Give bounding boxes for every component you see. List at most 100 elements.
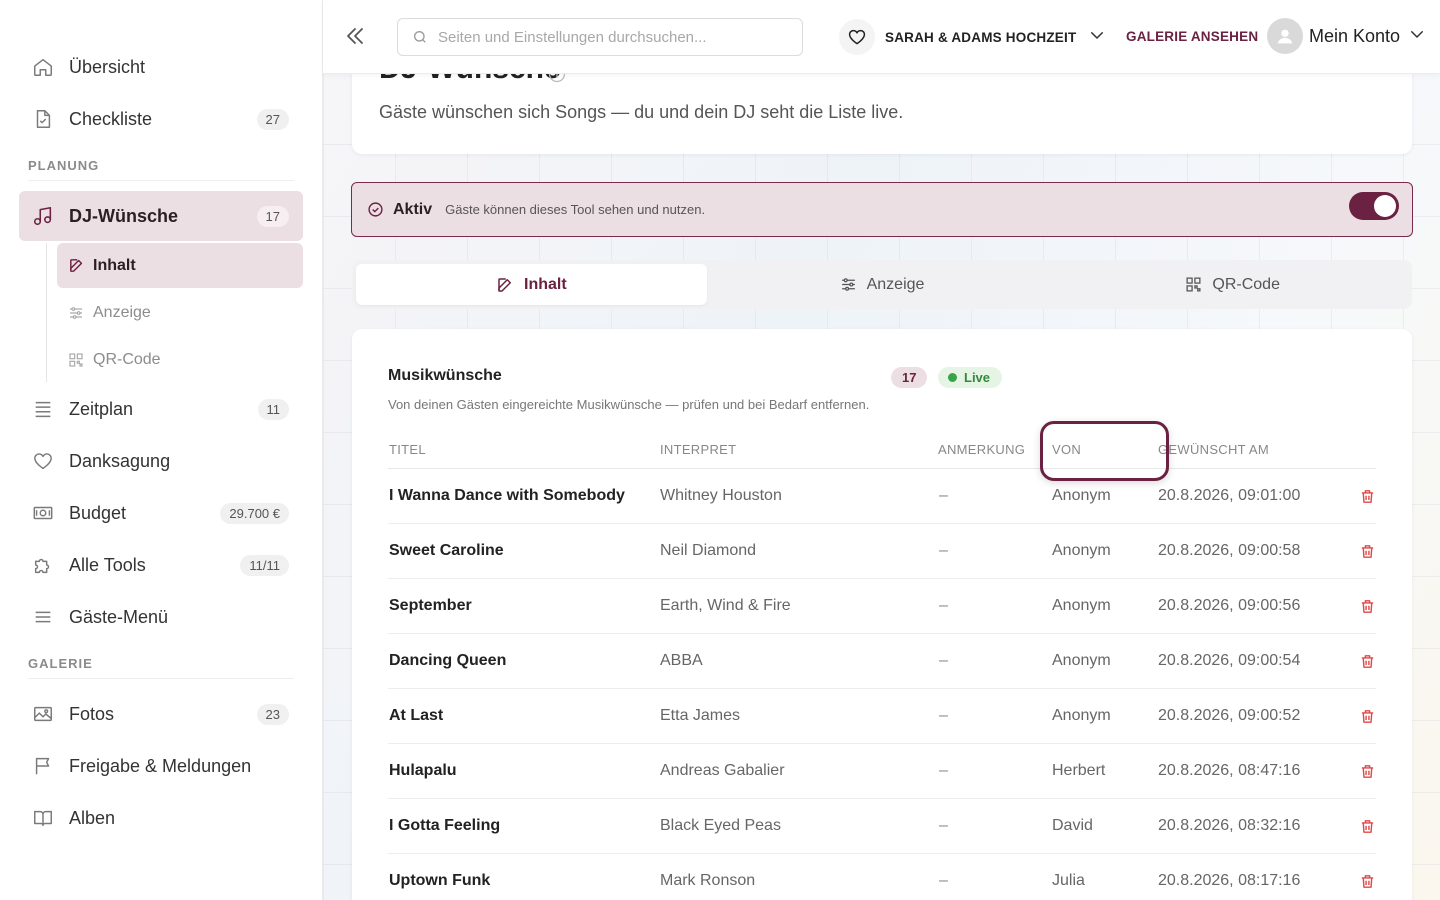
live-dot-icon [948,373,957,382]
cell-interpret: Black Eyed Peas [660,817,781,834]
cell-actions [1348,818,1376,835]
trash-icon[interactable] [1359,598,1376,615]
sidebar-item-budget[interactable]: Budget 29.700 € [19,488,303,538]
heart-icon [31,449,55,473]
menu-icon [31,605,55,629]
table-row: Hulapalu Andreas Gabalier – Herbert 20.8.202… [388,744,1376,799]
column-header-interpret[interactable]: INTERPRET [660,442,938,457]
event-switcher[interactable]: SARAH & ADAMS HOCHZEIT [839,18,1106,56]
cell-anmerkung: – [939,652,948,669]
tab-inhalt[interactable]: Inhalt [356,264,707,305]
toggle-knob [1374,195,1396,217]
book-icon [31,806,55,830]
sliders-icon [840,276,857,293]
section-title-planung: PLANUNG [28,158,294,181]
sidebar-item-fotos[interactable]: Fotos 23 [19,689,303,739]
cell-gewuenscht-am: 20.8.2026, 08:47:16 [1158,762,1301,779]
trash-icon[interactable] [1359,818,1376,835]
live-label: Live [964,370,991,385]
sidebar-item-label: Danksagung [69,450,171,471]
sidebar-item-freigabe[interactable]: Freigabe & Meldungen [19,741,303,791]
cell-von: Anonym [1052,707,1111,724]
active-toggle[interactable] [1349,192,1399,220]
check-circle-icon [367,201,384,218]
tab-label: Inhalt [524,275,567,293]
heart-icon [839,19,875,55]
chevron-down-icon [1408,25,1426,48]
column-header-anmerkung[interactable]: ANMERKUNG [938,442,1052,457]
cell-title: Sweet Caroline [389,542,504,559]
collapse-sidebar-icon[interactable] [343,24,371,52]
column-header-von[interactable]: VON [1052,442,1158,457]
qr-code-icon [67,351,85,369]
search-input[interactable] [438,28,778,46]
column-header-gewuenscht-am[interactable]: GEWÜNSCHT AM [1158,442,1348,457]
requests-table: TITEL INTERPRET ANMERKUNG VON GEWÜNSCHT … [388,431,1376,900]
checklist-file-icon [31,107,55,131]
sidebar-item-alle-tools[interactable]: Alle Tools 11/11 [19,540,303,590]
sidebar-item-label: DJ-Wünsche [69,205,179,226]
section-title-galerie: GALERIE [28,656,294,679]
sidebar-item-label: Gäste-Menü [69,606,169,627]
table-row: I Gotta Feeling Black Eyed Peas – David 20.8… [388,799,1376,854]
trash-icon[interactable] [1359,763,1376,780]
sidebar-item-gaeste-menue[interactable]: Gäste-Menü [19,592,303,642]
sidebar-subitem-label: Inhalt [93,256,136,274]
sidebar-item-label: Budget [69,502,127,523]
count-badge: 27 [256,108,289,130]
cell-gewuenscht-am: 20.8.2026, 09:00:58 [1158,542,1301,559]
budget-badge: 29.700 € [220,502,289,524]
trash-icon[interactable] [1359,653,1376,670]
cell-actions [1348,763,1376,780]
sidebar-item-label: Alben [69,807,116,828]
cell-actions [1348,708,1376,725]
sidebar-item-zeitplan[interactable]: Zeitplan 11 [19,384,303,434]
cell-actions [1348,873,1376,890]
sidebar-item-uebersicht[interactable]: Übersicht [19,42,303,92]
trash-icon[interactable] [1359,543,1376,560]
cell-anmerkung: – [939,872,948,889]
active-label: Aktiv [393,200,433,218]
table-row: I Wanna Dance with Somebody Whitney Houst… [388,469,1376,524]
cell-von: Anonym [1052,542,1111,559]
sidebar-subitem-inhalt[interactable]: Inhalt [57,243,303,288]
sidebar-item-alben[interactable]: Alben [19,793,303,843]
tab-qr-code[interactable]: QR-Code [1057,264,1408,305]
cell-gewuenscht-am: 20.8.2026, 08:17:16 [1158,872,1301,889]
cell-anmerkung: – [939,707,948,724]
cell-interpret: Andreas Gabalier [660,762,785,779]
column-header-titel[interactable]: TITEL [388,442,660,457]
edit-icon [67,257,85,275]
sidebar-item-label: Zeitplan [69,398,134,419]
trash-icon[interactable] [1359,708,1376,725]
sidebar-item-checkliste[interactable]: Checkliste 27 [19,94,303,144]
sidebar-subitem-qr-code[interactable]: QR-Code [57,337,303,382]
banknote-icon [31,501,55,525]
active-hint: Gäste können dieses Tool sehen und nutze… [445,202,706,217]
cell-interpret: Whitney Houston [660,487,782,504]
tab-anzeige[interactable]: Anzeige [707,264,1058,305]
page-subtitle: Gäste wünschen sich Songs — du und dein … [379,102,904,122]
account-menu[interactable]: Mein Konto [1267,18,1426,54]
cell-interpret: Etta James [660,707,741,724]
sidebar-subitem-anzeige[interactable]: Anzeige [57,290,303,335]
trash-icon[interactable] [1359,488,1376,505]
sidebar-item-label: Freigabe & Meldungen [69,755,252,776]
sidebar-item-dj-wuensche[interactable]: DJ-Wünsche 17 [19,191,303,241]
table-header: TITEL INTERPRET ANMERKUNG VON GEWÜNSCHT … [388,431,1376,469]
sidebar-item-label: Checkliste [69,108,153,129]
count-badge: 23 [256,703,289,725]
cell-anmerkung: – [939,762,948,779]
view-gallery-link[interactable]: GALERIE ANSEHEN [1126,29,1258,44]
edit-icon [496,276,514,294]
count-badge: 17 [256,205,289,227]
chevron-down-icon [1088,26,1106,49]
cell-gewuenscht-am: 20.8.2026, 08:32:16 [1158,817,1301,834]
tab-bar: Inhalt Anzeige QR-Code [352,260,1412,309]
sidebar-item-danksagung[interactable]: Danksagung [19,436,303,486]
trash-icon[interactable] [1359,873,1376,890]
home-icon [31,55,55,79]
sidebar-subitem-label: QR-Code [93,350,161,368]
sidebar-item-label: Alle Tools [69,554,146,575]
sliders-icon [67,304,85,322]
